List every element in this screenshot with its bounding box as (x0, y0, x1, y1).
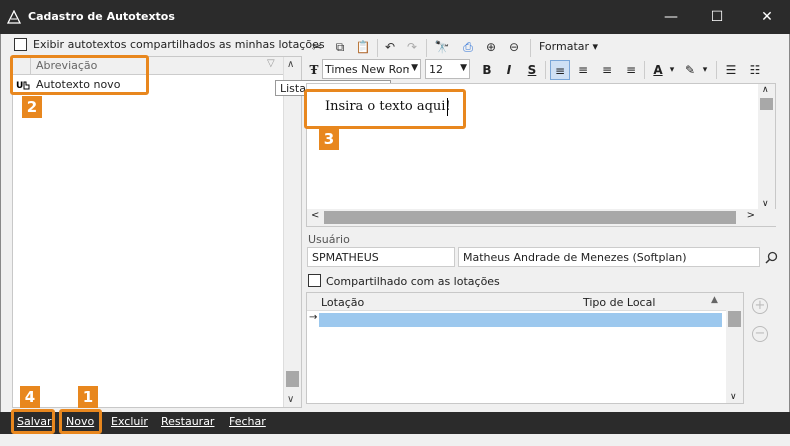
scroll-up-icon[interactable]: ∧ (762, 85, 769, 95)
paste-icon[interactable]: 📋 (354, 38, 372, 58)
chevron-down-icon[interactable]: ▾ (667, 60, 677, 80)
remove-lotacao-icon[interactable]: − (752, 326, 768, 342)
user-login-field: SPMATHEUS (307, 247, 455, 267)
grid-header: Lotação Tipo de Local ▲ (307, 293, 727, 311)
copy-icon[interactable]: ⧉ (331, 38, 349, 58)
callout-badge-1: 1 (78, 386, 98, 408)
callout-frame-3 (304, 89, 466, 129)
callout-badge-2: 2 (22, 96, 42, 118)
scroll-thumb[interactable] (728, 311, 741, 327)
lotacao-column-header[interactable]: Lotação (321, 296, 364, 309)
user-label: Usuário (308, 233, 350, 246)
toolbar-separator (644, 61, 645, 79)
callout-frame-4 (11, 409, 55, 434)
grid-scrollbar[interactable]: ∨ (726, 293, 743, 403)
chevron-down-icon: ▼ (411, 63, 418, 73)
format-menu[interactable]: Formatar ▾ (539, 40, 598, 53)
scroll-thumb[interactable] (760, 98, 773, 110)
toolbar-separator (530, 39, 531, 57)
filter-icon[interactable]: ▽ (267, 58, 275, 69)
autotext-list[interactable]: Abreviação ▽ U Autotexto novo ∧ ∨ (12, 56, 302, 408)
font-size-select[interactable]: 12 ▼ (425, 59, 470, 79)
zoom-in-icon[interactable]: ⊕ (482, 38, 500, 58)
editor-horizontal-scrollbar[interactable]: < > (307, 209, 777, 226)
font-name-select[interactable]: Times New Roma ▼ (322, 59, 421, 79)
italic-button[interactable]: I (501, 60, 517, 80)
scroll-up-icon[interactable]: ∧ (287, 59, 294, 70)
align-center-icon[interactable]: ≡ (574, 60, 592, 80)
scroll-left-icon[interactable]: < (311, 210, 319, 221)
sort-ascending-icon: ▲ (711, 295, 718, 305)
font-name-value: Times New Roma (325, 63, 409, 76)
callout-badge-3: 3 (319, 128, 339, 150)
search-icon[interactable] (765, 251, 778, 264)
restore-button[interactable]: Restaurar (161, 415, 214, 428)
maximize-button[interactable]: ☐ (694, 0, 740, 34)
callout-frame-1 (59, 409, 102, 434)
font-color-button[interactable]: A (650, 60, 666, 80)
toolbar-separator (545, 61, 546, 79)
delete-button[interactable]: Excluir (111, 415, 148, 428)
numbered-list-icon[interactable]: ☷ (746, 60, 764, 80)
list-scrollbar[interactable]: ∧ ∨ (283, 57, 301, 407)
bullet-list-icon[interactable]: ☰ (722, 60, 740, 80)
show-shared-checkbox[interactable] (14, 38, 27, 51)
highlight-icon[interactable]: ✎ (681, 60, 699, 80)
scroll-thumb[interactable] (286, 371, 299, 387)
bold-button[interactable]: B (479, 60, 495, 80)
current-row-arrow-icon: → (309, 312, 318, 323)
format-menu-label: Formatar (539, 40, 590, 53)
table-row[interactable] (319, 313, 722, 327)
shared-label: Compartilhado com as lotações (326, 275, 500, 288)
callout-badge-4: 4 (20, 386, 40, 408)
minimize-button[interactable]: — (648, 0, 694, 34)
title-bar: Cadastro de Autotextos — ☐ ✕ (0, 0, 790, 34)
window-title: Cadastro de Autotextos (28, 10, 175, 23)
toolbar-separator (377, 39, 378, 57)
find-icon[interactable]: 🔭 (432, 38, 452, 58)
scroll-thumb[interactable] (324, 211, 736, 224)
align-left-icon[interactable]: ≡ (550, 60, 570, 80)
close-window-button[interactable]: ✕ (744, 0, 790, 34)
shared-checkbox[interactable] (308, 274, 321, 287)
chevron-down-icon: ▾ (592, 40, 599, 53)
show-shared-label: Exibir autotextos compartilhados as minh… (33, 38, 325, 51)
toolbar-separator (716, 61, 717, 79)
scroll-down-icon[interactable]: ∨ (730, 392, 737, 402)
scroll-down-icon[interactable]: ∨ (287, 394, 294, 405)
cut-icon[interactable]: ✂ (309, 38, 325, 58)
user-name-field: Matheus Andrade de Menezes (Softplan) (458, 247, 760, 267)
chevron-down-icon[interactable]: ▾ (700, 60, 710, 80)
font-type-icon: Ŧ (309, 63, 319, 77)
align-justify-icon[interactable]: ≡ (622, 60, 640, 80)
redo-icon[interactable]: ↷ (404, 38, 420, 58)
editor-vertical-scrollbar[interactable]: ∧ ∨ (758, 84, 775, 210)
close-button[interactable]: Fechar (229, 415, 266, 428)
callout-frame-2 (10, 55, 149, 95)
align-right-icon[interactable]: ≡ (598, 60, 616, 80)
font-size-value: 12 (429, 63, 443, 76)
scroll-down-icon[interactable]: ∨ (762, 199, 769, 209)
toolbar-separator (426, 39, 427, 57)
undo-icon[interactable]: ↶ (382, 38, 398, 58)
scroll-right-icon[interactable]: > (747, 210, 755, 221)
tipo-local-column-header[interactable]: Tipo de Local (583, 296, 655, 309)
app-logo-icon (7, 10, 21, 24)
zoom-out-icon[interactable]: ⊖ (505, 38, 523, 58)
print-icon[interactable]: ⎙ (458, 38, 478, 58)
add-lotacao-icon[interactable]: + (752, 298, 768, 314)
chevron-down-icon: ▼ (460, 63, 467, 73)
shared-lotacoes-grid[interactable]: Lotação Tipo de Local ▲ → ∨ (306, 292, 744, 404)
underline-button[interactable]: S (524, 60, 540, 80)
